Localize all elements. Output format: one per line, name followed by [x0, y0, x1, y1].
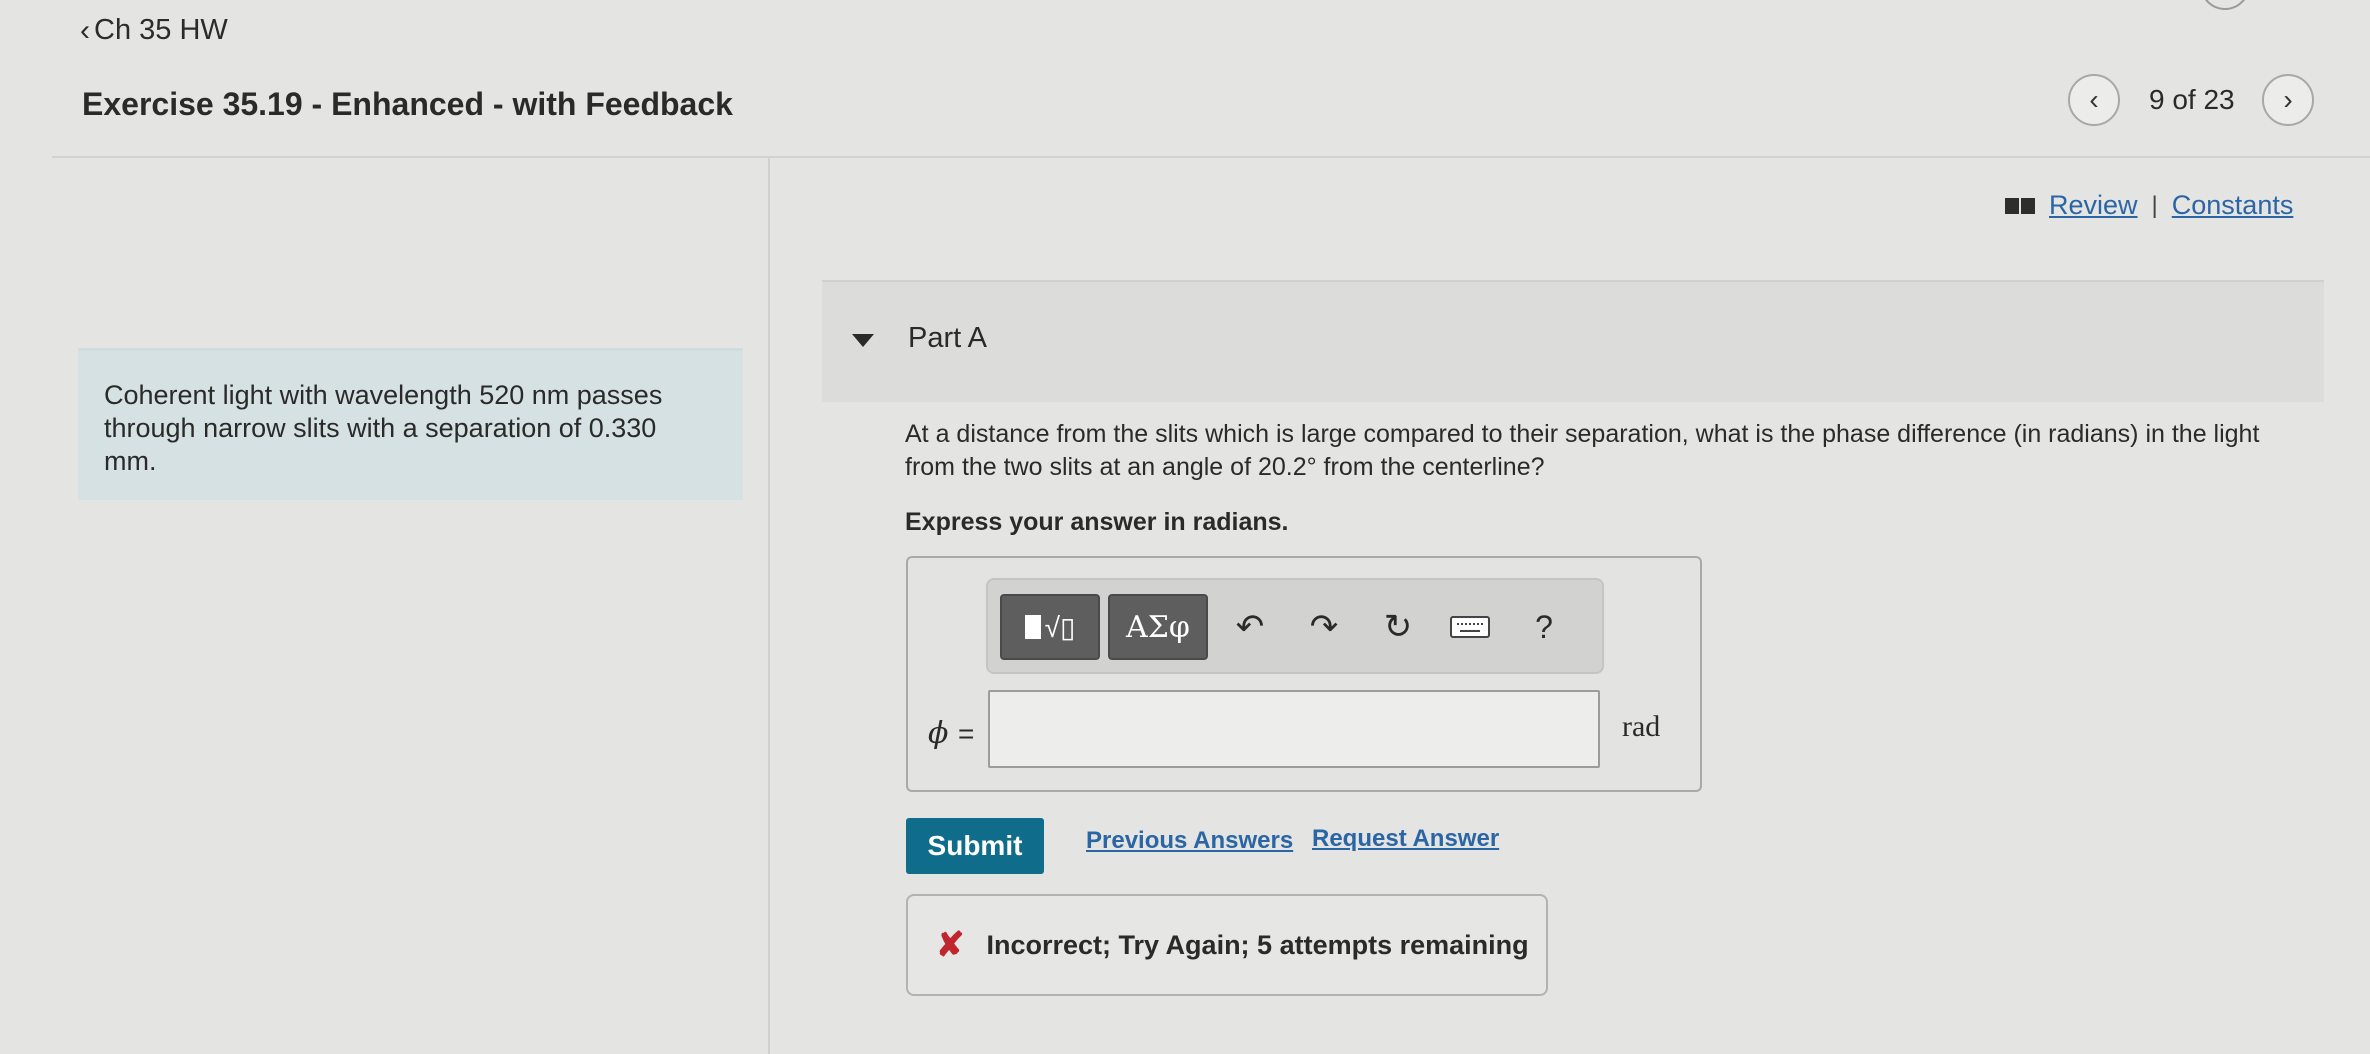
part-a-header[interactable]	[822, 282, 2324, 402]
variable-symbol: ϕ	[928, 716, 949, 751]
problem-intro: Coherent light with wavelength 520 nm pa…	[78, 348, 743, 500]
back-link-label: Ch 35 HW	[94, 14, 228, 46]
submit-button[interactable]: Submit	[906, 818, 1044, 874]
account-circle-icon[interactable]	[2200, 0, 2250, 10]
keyboard-shape	[1450, 616, 1490, 638]
resources-separator: |	[2151, 191, 2158, 219]
chevron-left-icon: ‹	[2089, 84, 2099, 115]
template-block-icon	[1024, 615, 1041, 639]
reset-icon[interactable]: ↻	[1376, 602, 1420, 652]
answer-variable-label: ϕ =	[928, 716, 974, 751]
question-text: At a distance from the slits which is la…	[905, 420, 2260, 481]
undo-icon[interactable]: ↶	[1228, 602, 1272, 652]
previous-item-button[interactable]: ‹	[2068, 74, 2120, 126]
redo-icon[interactable]: ↷	[1302, 602, 1346, 652]
page-title: Exercise 35.19 - Enhanced - with Feedbac…	[82, 86, 733, 122]
equals-sign: =	[958, 718, 975, 749]
templates-button[interactable]: √▯	[1000, 594, 1100, 660]
next-item-button[interactable]: ›	[2262, 74, 2314, 126]
feedback-text: Incorrect; Try Again; 5 attempts remaini…	[986, 929, 1529, 960]
column-divider	[768, 158, 770, 1054]
answer-instruction: Express your answer in radians.	[905, 508, 1289, 536]
problem-intro-text: Coherent light with wavelength 520 nm pa…	[104, 380, 663, 476]
greek-symbols-button[interactable]: ΑΣφ	[1108, 594, 1208, 660]
feedback-message-box: ✘ Incorrect; Try Again; 5 attempts remai…	[906, 894, 1548, 996]
review-link[interactable]: Review	[2049, 190, 2138, 221]
help-icon[interactable]: ?	[1522, 602, 1566, 652]
answer-input[interactable]	[988, 690, 1600, 768]
part-label: Part A	[908, 322, 987, 354]
request-answer-link[interactable]: Request Answer	[1312, 825, 1499, 853]
x-mark-icon: ✘	[936, 926, 965, 964]
book-icon	[2005, 197, 2035, 214]
item-position: 9 of 23	[2149, 84, 2235, 115]
back-to-assignment-link[interactable]: ‹ Ch 35 HW	[80, 14, 228, 47]
keyboard-icon[interactable]	[1448, 602, 1492, 652]
collapse-triangle-icon[interactable]	[852, 334, 874, 347]
radical-template-icon: √▯	[1044, 611, 1076, 643]
unit-label: rad	[1622, 710, 1661, 743]
chevron-left-icon: ‹	[80, 13, 90, 47]
header-divider	[52, 156, 2370, 158]
chevron-right-icon: ›	[2283, 84, 2293, 115]
resources-bar: Review | Constants	[2005, 190, 2293, 221]
previous-answers-link[interactable]: Previous Answers	[1086, 827, 1293, 855]
constants-link[interactable]: Constants	[2172, 190, 2294, 221]
